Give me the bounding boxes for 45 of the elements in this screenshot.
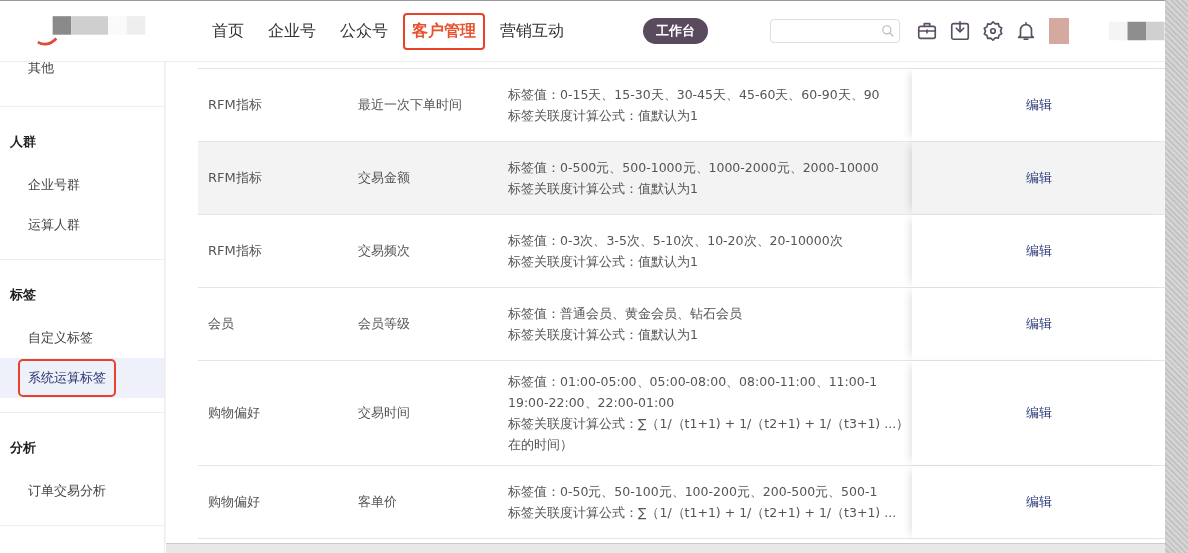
briefcase-icon[interactable] — [916, 20, 939, 42]
sidebar-item[interactable]: 其他 — [0, 62, 164, 88]
edit-link[interactable]: 编辑 — [1025, 242, 1052, 260]
download-icon[interactable] — [949, 20, 972, 42]
category-cell-text: 购物偏好 — [207, 493, 261, 511]
edit-link[interactable]: 编辑 — [1025, 493, 1052, 511]
nav-tab[interactable]: 营销互动 — [491, 12, 574, 50]
category-cell-text: 会员 — [207, 315, 235, 333]
nav-tab[interactable]: 公众号 — [331, 12, 398, 50]
nav-tab[interactable]: 首页 — [203, 12, 254, 50]
description-cell-text: 标签值：0-3次、3-5次、5-10次、10-20次、20-10000次 标签关联度计算公式：值默认为1 — [507, 232, 844, 271]
search-field[interactable] — [770, 19, 901, 43]
category-cell-text: RFM指标 — [207, 242, 263, 260]
category-cell-text: RFM指标 — [207, 169, 263, 187]
edit-link[interactable]: 编辑 — [1025, 169, 1052, 187]
description-cell-text: 标签值：0-15天、15-30天、30-45天、45-60天、60-90天、90 标签关联度计算公式：值默认为1 — [507, 86, 881, 125]
tag-name-cell-text: 交易金额 — [357, 169, 411, 187]
category-cell-text: 购物偏好 — [207, 404, 261, 422]
tag-name-cell-text: 最近一次下单时间 — [357, 96, 463, 114]
description-cell-text: 标签值：普通会员、黄金会员、钻石会员 标签关联度计算公式：值默认为1 — [507, 305, 743, 344]
nav-tab[interactable]: 客户管理 — [403, 12, 486, 50]
settings-icon[interactable] — [982, 20, 1005, 42]
search-icon — [881, 24, 896, 38]
edit-link[interactable]: 编辑 — [1025, 404, 1052, 422]
tag-name-cell-text: 客单价 — [357, 493, 398, 511]
description-cell-text: 标签值：01:00-05:00、05:00-08:00、08:00-11:00、11:00-1 19:00-22:00、22:00-01:00 标签关联度计算公式：∑（1/（t1+1) + 1/（t2+1) + 1/（t3+1) ...） 在的时间） — [507, 373, 911, 454]
description-cell-text: 标签值：0-50元、50-100元、100-200元、200-500元、500-1 标签关联度计算公式：∑（1/（t1+1) + 1/（t2+1) + 1/（t3+1) ... — [507, 483, 898, 522]
edit-link[interactable]: 编辑 — [1025, 315, 1052, 333]
nav-tab[interactable]: 企业号 — [259, 12, 326, 50]
tag-name-cell-text: 会员等级 — [357, 315, 411, 333]
horizontal-scrollbar[interactable] — [166, 543, 1165, 553]
sidebar-heading: 分析 — [9, 439, 37, 457]
category-cell-text: RFM指标 — [207, 96, 263, 114]
workbench-button[interactable]: 工作台 — [643, 18, 709, 44]
tag-name-cell-text: 交易频次 — [357, 242, 411, 260]
sidebar-heading: 标签 — [9, 286, 37, 304]
edit-link[interactable]: 编辑 — [1025, 96, 1052, 114]
sidebar-item[interactable]: 订单交易分析 — [0, 471, 164, 511]
tag-name-cell-text: 交易时间 — [357, 404, 411, 422]
sidebar-item[interactable]: 系统运算标签 — [0, 358, 164, 398]
description-cell-text: 标签值：0-500元、500-1000元、1000-2000元、2000-10000 标签关联度计算公式：值默认为1 — [507, 159, 880, 198]
sidebar-item[interactable]: 运算人群 — [0, 205, 164, 245]
sidebar-heading: 人群 — [9, 133, 37, 151]
sidebar-item[interactable]: 自定义标签 — [0, 318, 164, 358]
sidebar-item[interactable]: 企业号群 — [0, 165, 164, 205]
